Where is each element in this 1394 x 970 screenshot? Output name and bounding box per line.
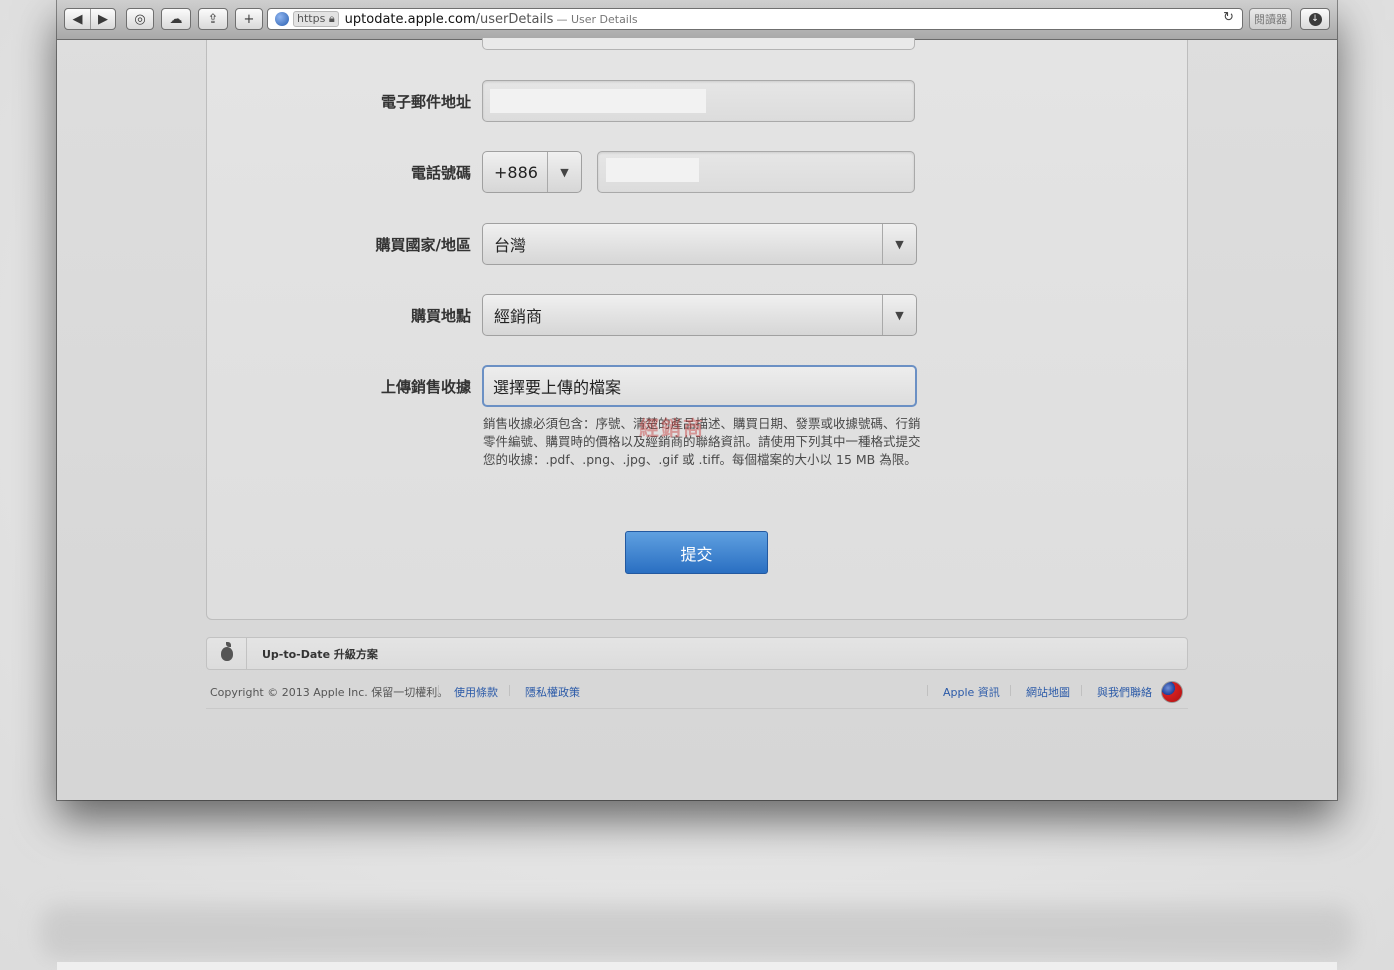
- divider: [1081, 685, 1082, 696]
- purchase-place-select[interactable]: 經銷商 ▼: [482, 294, 917, 336]
- receipt-file-input[interactable]: 選擇要上傳的檔案: [482, 365, 917, 407]
- country-code-select[interactable]: +886 ▼: [482, 151, 582, 193]
- browser-toolbar: ◀ ▶ ◎ ☁ ⇪ + https 🔒︎ uptodate.apple.com /…: [57, 0, 1337, 40]
- contact-link[interactable]: 與我們聯絡: [1097, 684, 1152, 700]
- purchase-place-value: 經銷商: [494, 307, 543, 326]
- lock-icon: 🔒︎: [328, 12, 335, 25]
- divider: [509, 685, 510, 696]
- reload-icon[interactable]: ↻: [1223, 10, 1234, 25]
- icloud-button[interactable]: ☁: [161, 8, 191, 30]
- history-button[interactable]: ◎: [126, 8, 154, 30]
- dropdown-arrow-icon: ▼: [882, 224, 916, 264]
- divider: [438, 685, 439, 696]
- email-label: 電子郵件地址: [380, 93, 471, 111]
- receipt-label: 上傳銷售收據: [380, 378, 471, 396]
- window-shadow: [40, 905, 1354, 960]
- icloud-icon: ☁: [169, 11, 183, 27]
- apple-icon: [220, 641, 233, 661]
- dropdown-arrow-icon: ▼: [882, 295, 916, 335]
- back-icon: ◀: [72, 11, 83, 27]
- flag-icon[interactable]: [1161, 681, 1183, 703]
- breadcrumb: Up-to-Date 升級方案: [206, 637, 1188, 670]
- add-tab-label: +: [243, 11, 255, 27]
- footer-divider: [206, 708, 1188, 709]
- country-label: 購買國家/地區: [375, 236, 471, 254]
- country-select[interactable]: 台灣 ▼: [482, 223, 917, 265]
- redacted-phone: [606, 158, 699, 182]
- share-icon: ⇪: [207, 11, 219, 27]
- purchase-place-label: 購買地點: [410, 307, 471, 325]
- terms-link[interactable]: 使用條款: [454, 684, 498, 700]
- breadcrumb-current: Up-to-Date 升級方案: [262, 647, 378, 661]
- previous-field-edge: [482, 38, 915, 50]
- privacy-link[interactable]: 隱私權政策: [525, 684, 580, 700]
- forward-button[interactable]: ▶: [90, 9, 115, 29]
- browser-window: ◀ ▶ ◎ ☁ ⇪ + https 🔒︎ uptodate.apple.com /…: [57, 0, 1337, 800]
- forward-icon: ▶: [98, 11, 108, 27]
- divider: [1010, 685, 1011, 696]
- phone-field[interactable]: [597, 151, 915, 193]
- https-badge: https 🔒︎: [293, 11, 339, 27]
- email-field[interactable]: [482, 80, 915, 122]
- back-button[interactable]: ◀: [65, 9, 90, 29]
- url-path: /userDetails: [475, 11, 554, 27]
- phone-label: 電話號碼: [410, 164, 471, 182]
- dropdown-arrow-icon: ▼: [547, 152, 581, 192]
- footer-links: Copyright © 2013 Apple Inc. 保留一切權利。 使用條款…: [206, 681, 1188, 703]
- receipt-file-value: 選擇要上傳的檔案: [493, 378, 622, 397]
- sitemap-link[interactable]: 網站地圖: [1026, 684, 1070, 700]
- apple-info-link[interactable]: Apple 資訊: [943, 684, 1000, 700]
- watermark: 經銷商: [639, 416, 705, 440]
- address-bar[interactable]: https 🔒︎ uptodate.apple.com/userDetails …: [267, 8, 1243, 30]
- form-panel: 電子郵件地址 電話號碼 +886 ▼ 購買國家/地區 台灣 ▼ 購買地點 經銷商…: [206, 38, 1188, 620]
- copyright: Copyright © 2013 Apple Inc. 保留一切權利。: [210, 686, 449, 699]
- url-scheme: https: [297, 12, 326, 25]
- download-icon: ↓: [1308, 12, 1322, 26]
- country-code-value: +886: [494, 162, 538, 182]
- new-tab-button[interactable]: +: [235, 8, 263, 30]
- globe-icon: [275, 12, 289, 26]
- url-host: uptodate.apple.com: [344, 11, 476, 27]
- nav-buttons: ◀ ▶: [64, 8, 116, 30]
- reader-button[interactable]: 閱讀器: [1249, 8, 1292, 30]
- next-window-edge: [57, 962, 1337, 970]
- history-icon: ◎: [134, 11, 146, 27]
- apple-home-link[interactable]: [207, 638, 247, 669]
- divider: [927, 685, 928, 696]
- downloads-button[interactable]: ↓: [1300, 8, 1330, 30]
- page-title: — User Details: [556, 12, 638, 26]
- country-value: 台灣: [494, 236, 527, 255]
- share-button[interactable]: ⇪: [198, 8, 228, 30]
- redacted-email: [490, 89, 706, 113]
- submit-button[interactable]: 提交: [625, 531, 768, 574]
